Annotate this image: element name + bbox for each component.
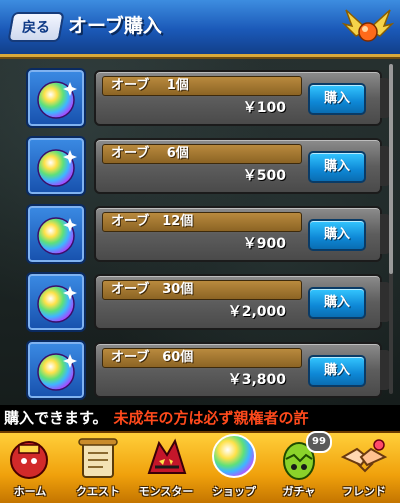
product-price: ￥3,800: [227, 372, 286, 388]
message-primary: 購入できます。: [4, 409, 108, 427]
nav-gacha-label: ガチャ: [282, 485, 316, 498]
buy-button[interactable]: 購入: [308, 355, 366, 387]
nav-friend-label: フレンド: [342, 485, 386, 498]
friend-handshake-icon: [340, 439, 388, 473]
buy-button[interactable]: 購入: [308, 83, 366, 115]
orb-frame: [26, 204, 86, 264]
nav-shop-label: ショップ: [212, 485, 256, 498]
buy-button[interactable]: 購入: [308, 151, 366, 183]
product-row[interactable]: オーブ 12個 ￥900 購入: [26, 204, 390, 264]
nav-monster-label: モンスター: [138, 485, 194, 498]
nav-quest[interactable]: クエスト: [62, 433, 134, 503]
nav-quest-label: クエスト: [76, 485, 120, 498]
page-title: オーブ購入: [68, 15, 162, 37]
product-price: ￥100: [242, 100, 286, 116]
product-name: オーブ 1個: [102, 76, 302, 96]
product-plate: オーブ 12個 ￥900 購入: [94, 206, 390, 262]
orb-frame: [26, 272, 86, 332]
orb-frame: [26, 68, 86, 128]
rainbow-orb-icon: [37, 285, 77, 323]
product-name: オーブ 6個: [102, 144, 302, 164]
header-bar: 戻る オーブ購入: [0, 0, 400, 57]
nav-shop[interactable]: ショップ: [198, 433, 270, 503]
message-warning: 未成年の方は必ず親権者の許: [113, 409, 309, 427]
rainbow-orb-icon: [37, 149, 77, 187]
product-row[interactable]: オーブ 60個 ￥3,800 購入: [26, 340, 390, 400]
home-icon: [10, 441, 48, 479]
nav-gacha[interactable]: 99 ガチャ: [266, 431, 332, 503]
product-name: オーブ 12個: [102, 212, 302, 232]
nav-home-label: ホーム: [13, 485, 47, 498]
buy-button[interactable]: 購入: [308, 219, 366, 251]
rainbow-orb-icon: [37, 353, 77, 391]
product-price: ￥900: [242, 236, 286, 252]
rainbow-orb-icon: [37, 217, 77, 255]
message-ticker: 購入できます。 未成年の方は必ず親権者の許: [0, 405, 400, 431]
nav-home[interactable]: ホーム: [0, 433, 64, 503]
bottom-nav: ホーム クエスト モンスター ショップ 99 ガチャ フレンド: [0, 431, 400, 503]
product-name: オーブ 60個: [102, 348, 302, 368]
product-name: オーブ 30個: [102, 280, 302, 300]
product-price: ￥500: [242, 168, 286, 184]
monster-icon: [147, 438, 187, 474]
product-plate: オーブ 60個 ￥3,800 購入: [94, 342, 390, 398]
nav-monster[interactable]: モンスター: [130, 433, 202, 503]
back-button-label: 戻る: [22, 20, 50, 36]
product-price: ￥2,000: [227, 304, 286, 320]
product-plate: オーブ 1個 ￥100 購入: [94, 70, 390, 126]
product-plate: オーブ 6個 ￥500 購入: [94, 138, 390, 194]
product-plate: オーブ 30個 ￥2,000 購入: [94, 274, 390, 330]
buy-button[interactable]: 購入: [308, 287, 366, 319]
product-row[interactable]: オーブ 30個 ￥2,000 購入: [26, 272, 390, 332]
quest-scroll-icon: [78, 438, 118, 478]
back-button[interactable]: 戻る: [7, 12, 65, 42]
nav-friend[interactable]: フレンド: [328, 433, 400, 503]
product-row[interactable]: オーブ 1個 ￥100 購入: [26, 68, 390, 128]
rainbow-orb-icon: [37, 81, 77, 119]
orb-frame: [26, 340, 86, 400]
winged-orb-ornament-icon: [341, 4, 395, 50]
product-row[interactable]: オーブ 6個 ￥500 購入: [26, 136, 390, 196]
orb-frame: [26, 136, 86, 196]
shop-orb-icon: [212, 434, 256, 478]
scrollbar-thumb[interactable]: [389, 64, 393, 274]
